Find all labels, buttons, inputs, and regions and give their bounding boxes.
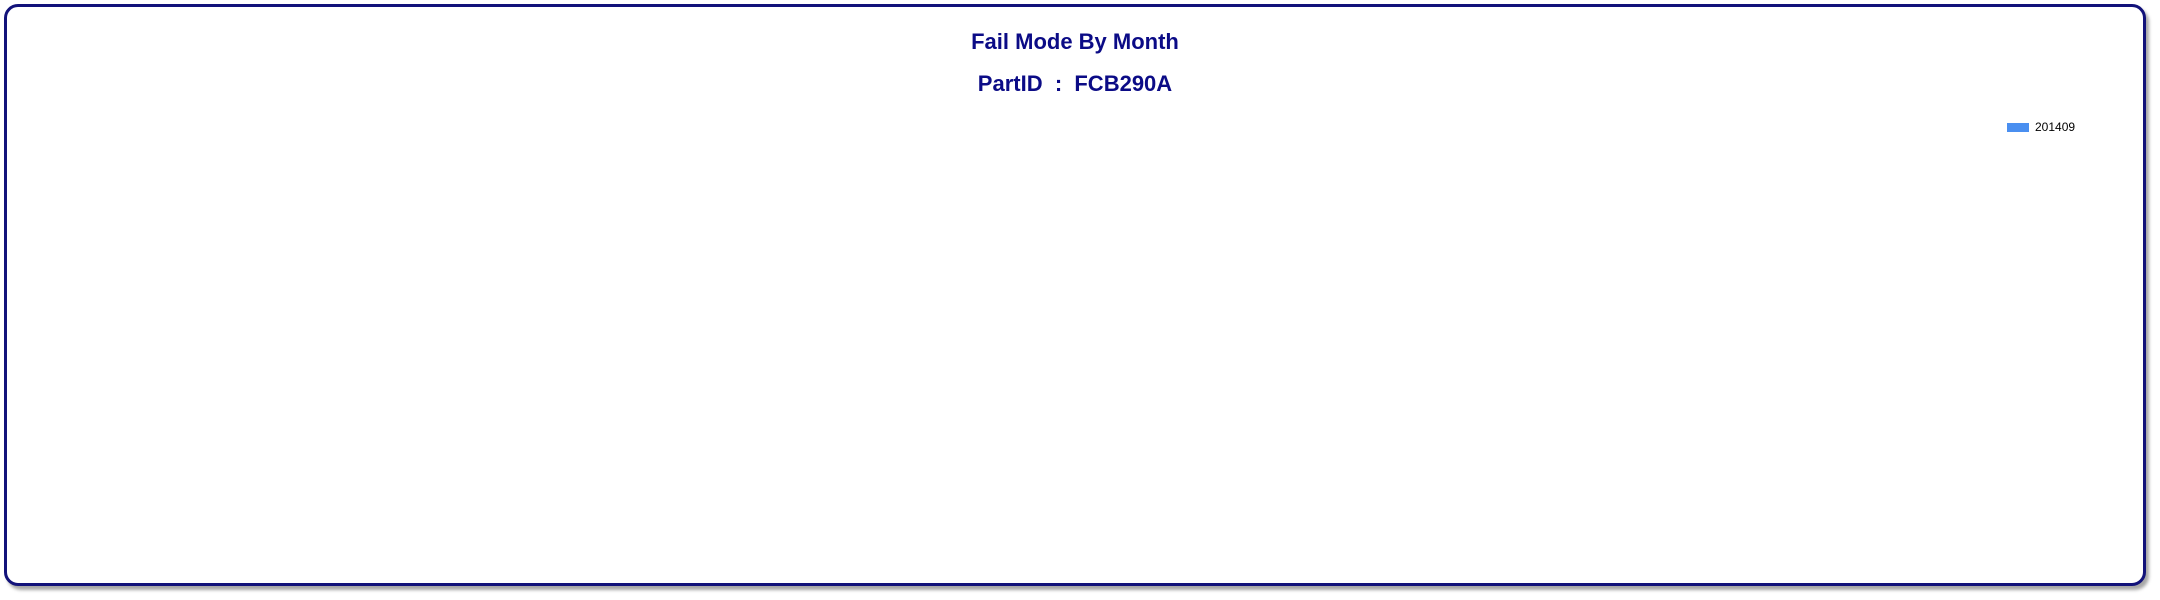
chart-title: Fail Mode By Month bbox=[971, 29, 1179, 54]
legend-label-201409: 201409 bbox=[2035, 120, 2076, 134]
chart-frame: Fail Mode By Month PartID : FCB290A 2014… bbox=[4, 4, 2146, 586]
chart-legend: 201409 bbox=[2007, 120, 2075, 134]
legend-swatch-201409 bbox=[2007, 122, 2029, 132]
chart-subtitle: PartID : FCB290A bbox=[977, 71, 1173, 96]
plot-area bbox=[37, 147, 2117, 567]
